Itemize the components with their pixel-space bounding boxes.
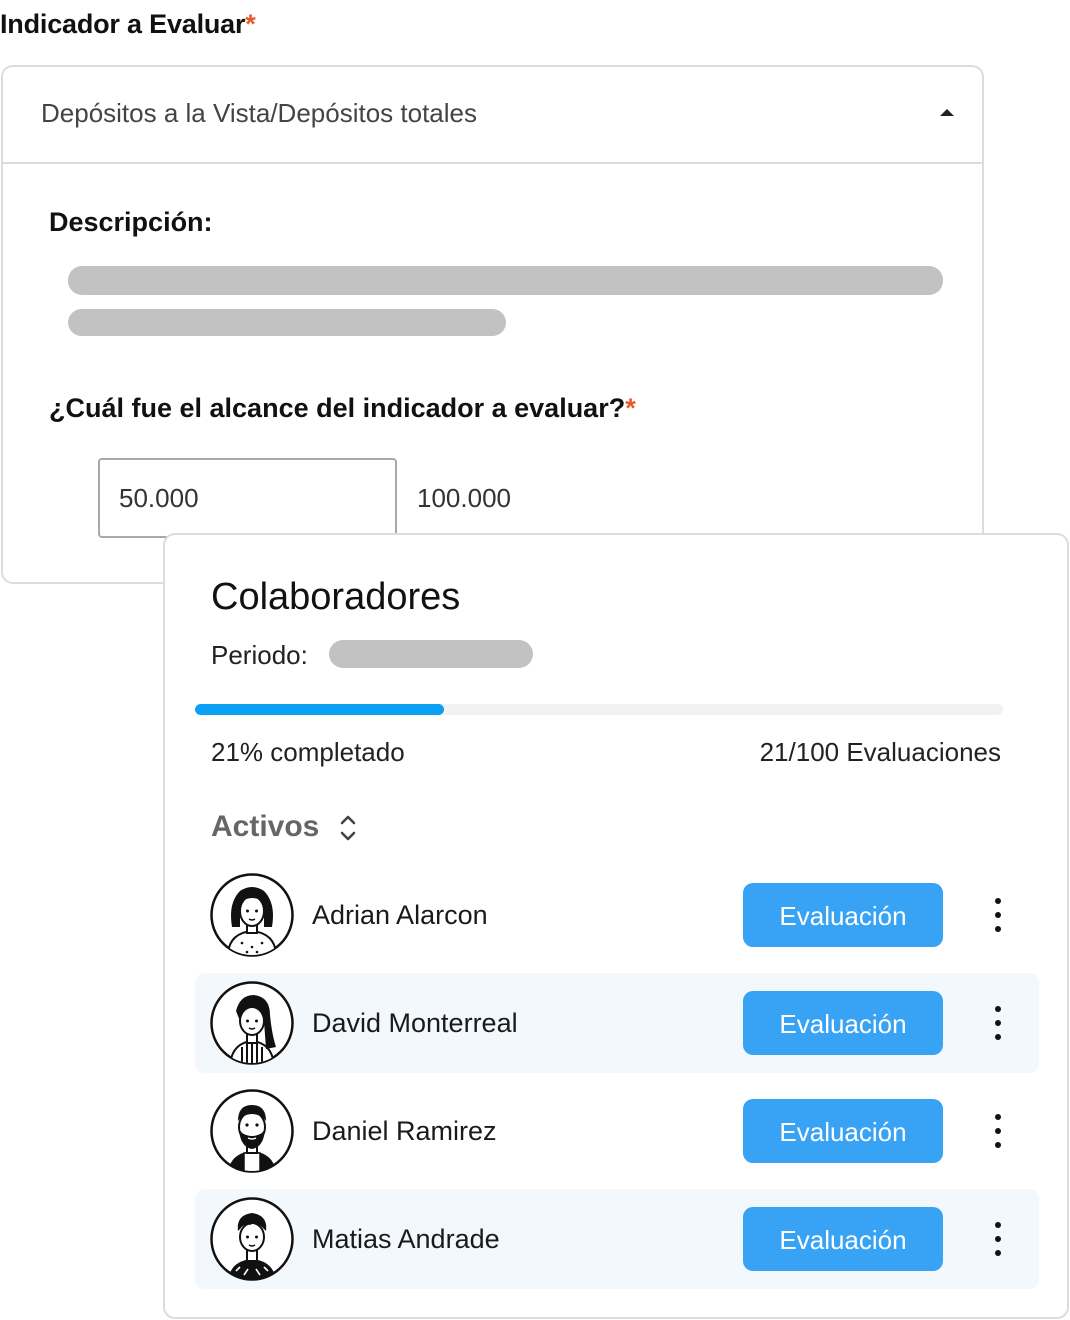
range-max-value: 100.000: [417, 483, 511, 513]
collaborators-title: Colaboradores: [211, 576, 461, 618]
evaluation-button[interactable]: Evaluación: [743, 991, 943, 1055]
evaluation-button[interactable]: Evaluación: [743, 1207, 943, 1271]
description-placeholder-line-1: [68, 266, 943, 295]
more-options-icon[interactable]: [987, 1219, 1009, 1259]
collaborator-name: Adrian Alarcon: [312, 900, 488, 930]
indicator-dropdown-card: Depósitos a la Vista/Depósitos totales D…: [1, 65, 984, 584]
indicator-title-text: Indicador a Evaluar: [0, 9, 246, 39]
question-label: ¿Cuál fue el alcance del indicador a eva…: [49, 392, 636, 424]
progress-percent-text: 21% completado: [211, 737, 405, 767]
required-asterisk: *: [245, 9, 256, 39]
collaborator-name: David Monterreal: [312, 1008, 518, 1038]
indicator-select-value: Depósitos a la Vista/Depósitos totales: [41, 98, 477, 128]
range-value-input[interactable]: 50.000: [98, 458, 397, 538]
description-label: Descripción:: [49, 207, 213, 237]
young-man-avatar: [210, 1197, 294, 1281]
collaborator-name: Matias Andrade: [312, 1224, 500, 1254]
indicator-select[interactable]: Depósitos a la Vista/Depósitos totales: [3, 67, 982, 164]
evaluation-button[interactable]: Evaluación: [743, 1099, 943, 1163]
evaluations-count: 21/100 Evaluaciones: [759, 737, 1001, 767]
progress-bar-fill: [195, 704, 445, 715]
period-placeholder: [329, 640, 533, 668]
question-required-asterisk: *: [625, 393, 636, 423]
collaborator-name: Daniel Ramirez: [312, 1116, 497, 1146]
evaluation-button[interactable]: Evaluación: [743, 883, 943, 947]
sort-chevrons-icon[interactable]: [337, 811, 359, 845]
description-placeholder-line-2: [68, 309, 506, 336]
collaborator-row: Daniel Ramirez Evaluación: [195, 1081, 1039, 1181]
more-options-icon[interactable]: [987, 1111, 1009, 1151]
woman-long-hair-avatar: [210, 981, 294, 1065]
period-label: Periodo:: [211, 640, 308, 670]
more-options-icon[interactable]: [987, 895, 1009, 935]
collaborator-row: Adrian Alarcon Evaluación: [195, 865, 1039, 965]
question-text: ¿Cuál fue el alcance del indicador a eva…: [49, 393, 626, 423]
more-options-icon[interactable]: [987, 1003, 1009, 1043]
collaborator-row: Matias Andrade Evaluación: [195, 1189, 1039, 1289]
collaborators-panel: Colaboradores Periodo: 21% completado 21…: [163, 533, 1069, 1319]
collaborator-row: David Monterreal Evaluación: [195, 973, 1039, 1073]
woman-bob-hair-avatar: [210, 873, 294, 957]
bearded-man-avatar: [210, 1089, 294, 1173]
progress-bar: [195, 704, 1003, 715]
indicator-title: Indicador a Evaluar*: [0, 8, 256, 40]
status-filter[interactable]: Activos: [211, 809, 319, 845]
caret-up-icon[interactable]: [940, 109, 954, 116]
